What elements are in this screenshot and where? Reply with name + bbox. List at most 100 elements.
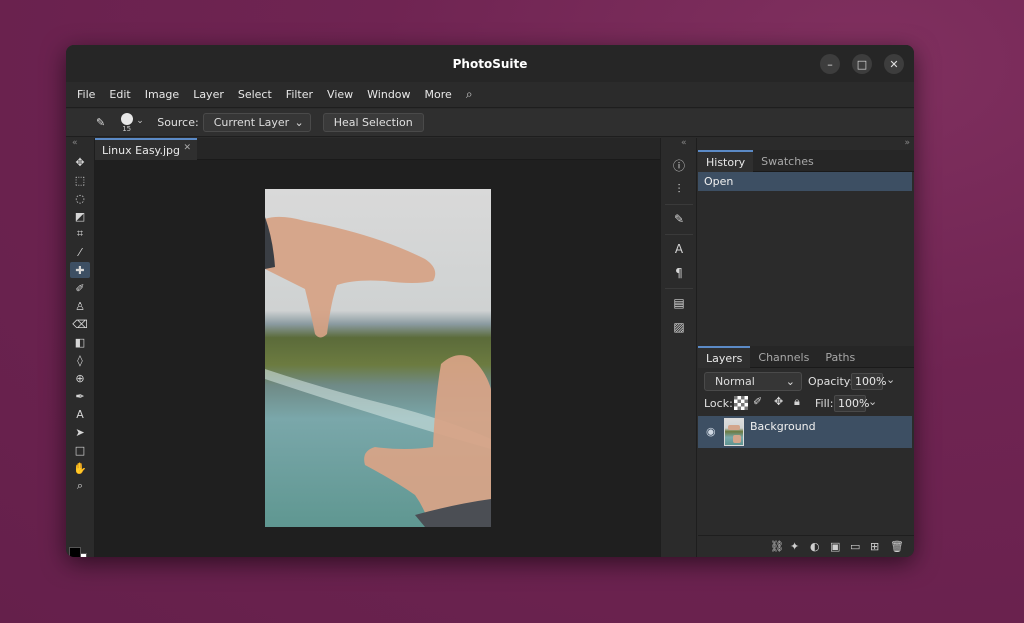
maximize-button[interactable]: □: [852, 54, 872, 74]
brush-preview-icon: [121, 112, 134, 125]
menu-window[interactable]: Window: [367, 88, 410, 101]
tool-options-bar: ✎ 15 ⌄ Source: Current Layer ⌄ Heal Sele…: [66, 109, 914, 137]
chevron-down-icon[interactable]: ⌄: [868, 395, 877, 408]
fill-input[interactable]: 100%: [834, 395, 869, 412]
collapse-left-icon[interactable]: «: [72, 138, 78, 148]
hand-tool-icon[interactable]: ✋: [70, 460, 90, 476]
info-icon[interactable]: ⓘ: [670, 156, 688, 174]
magic-wand-tool-icon[interactable]: ◩: [70, 208, 90, 224]
document-tab[interactable]: Linux Easy.jpg ✕: [95, 138, 197, 160]
dodge-tool-icon[interactable]: ⊕: [70, 370, 90, 386]
blend-mode-select[interactable]: Normal ⌄: [704, 372, 802, 391]
tab-channels[interactable]: Channels: [750, 346, 817, 368]
photo-content: [265, 216, 491, 527]
pen-tool-icon[interactable]: ✒: [70, 388, 90, 404]
tab-paths[interactable]: Paths: [817, 346, 863, 368]
marquee-tool-icon[interactable]: ⬚: [70, 172, 90, 188]
fill-label: Fill:: [815, 397, 834, 410]
brush-tool-icon[interactable]: ✐: [70, 280, 90, 296]
menu-file[interactable]: File: [77, 88, 95, 101]
layer-name: Background: [750, 420, 816, 433]
mask-icon[interactable]: ▣: [830, 540, 840, 553]
new-layer-icon[interactable]: ⊞: [870, 540, 879, 553]
foreground-color-swatch[interactable]: [69, 547, 81, 557]
link-icon[interactable]: ⛓: [770, 540, 784, 553]
menu-edit[interactable]: Edit: [109, 88, 130, 101]
chevron-down-icon[interactable]: ⌄: [886, 373, 895, 386]
close-icon[interactable]: ✕: [183, 143, 191, 153]
css-icon[interactable]: ▤: [670, 294, 688, 312]
menu-view[interactable]: View: [327, 88, 353, 101]
gradient-tool-icon[interactable]: ◧: [70, 334, 90, 350]
lock-label: Lock:: [704, 397, 733, 410]
title-bar: PhotoSuite – □ ✕: [66, 45, 914, 82]
history-tabs: History Swatches: [698, 150, 914, 172]
eraser-tool-icon[interactable]: ⌫: [70, 316, 90, 332]
opacity-input[interactable]: 100%: [851, 373, 886, 390]
tab-layers[interactable]: Layers: [698, 346, 751, 368]
path-selection-tool-icon[interactable]: ➤: [70, 424, 90, 440]
folder-icon[interactable]: ▭: [850, 540, 860, 553]
brush-settings-icon[interactable]: ✎: [670, 210, 688, 228]
zoom-tool-icon[interactable]: ⌕: [70, 478, 90, 494]
window-title: PhotoSuite: [452, 56, 528, 71]
collapse-right-icon[interactable]: »: [904, 138, 910, 148]
history-item[interactable]: Open: [698, 172, 912, 191]
type-tool-icon[interactable]: A: [70, 406, 90, 422]
menu-filter[interactable]: Filter: [286, 88, 313, 101]
tab-swatches[interactable]: Swatches: [753, 150, 822, 172]
move-tool-icon[interactable]: ✥: [70, 154, 90, 170]
collapse-icon[interactable]: «: [681, 138, 687, 148]
adjustment-layer-icon[interactable]: ◐: [810, 540, 820, 553]
shape-tool-icon[interactable]: □: [70, 442, 90, 458]
menu-image[interactable]: Image: [145, 88, 179, 101]
lock-paint-icon[interactable]: ✐: [753, 395, 762, 408]
chevron-down-icon: ⌄: [294, 116, 304, 129]
crop-tool-icon[interactable]: ⌗: [70, 226, 90, 242]
tab-history[interactable]: History: [698, 150, 754, 172]
image-icon[interactable]: ▨: [670, 318, 688, 336]
layer-thumbnail: [724, 418, 744, 446]
healing-tool-icon[interactable]: ✚: [70, 262, 90, 278]
source-select-value: Current Layer: [213, 116, 290, 129]
close-button[interactable]: ✕: [884, 54, 904, 74]
lock-transparency-icon[interactable]: [734, 396, 748, 410]
blur-tool-icon[interactable]: ◊: [70, 352, 90, 368]
document-area: Linux Easy.jpg ✕: [95, 138, 660, 557]
search-icon[interactable]: ⌕: [466, 87, 473, 102]
eyedropper-tool-icon[interactable]: ⁄: [70, 244, 90, 260]
heal-selection-button[interactable]: Heal Selection: [322, 113, 424, 132]
brush-size-picker[interactable]: 15 ⌄: [119, 112, 144, 134]
layer-item[interactable]: ◉ Background: [698, 416, 912, 448]
layers-footer: ⛓ ✦ ◐ ▣ ▭ ⊞ 🗑︎: [698, 535, 914, 557]
app-window: PhotoSuite – □ ✕ File Edit Image Layer S…: [66, 45, 914, 557]
panel-icon-strip: « ⓘ ⫶ ✎ A ¶ ▤ ▨: [660, 138, 697, 557]
chevron-down-icon: ⌄: [136, 115, 144, 126]
source-label: Source:: [157, 116, 199, 129]
visibility-eye-icon[interactable]: ◉: [706, 425, 716, 438]
chevron-down-icon: ⌄: [785, 375, 795, 388]
source-select[interactable]: Current Layer ⌄: [202, 113, 311, 132]
opacity-label: Opacity:: [808, 375, 854, 388]
adjustments-icon[interactable]: ⫶: [670, 180, 688, 198]
right-panels: » History Swatches Open Layers Channels …: [698, 138, 914, 557]
menu-layer[interactable]: Layer: [193, 88, 224, 101]
tools-panel: « ✥ ⬚ ◌ ◩ ⌗ ⁄ ✚ ✐ ♙ ⌫ ◧ ◊ ⊕ ✒ A ➤ □ ✋ ⌕ …: [66, 138, 95, 557]
menu-select[interactable]: Select: [238, 88, 272, 101]
brush-size-value: 15: [122, 124, 132, 133]
lock-position-icon[interactable]: ✥: [774, 395, 783, 408]
image-canvas[interactable]: [265, 189, 491, 527]
effects-icon[interactable]: ✦: [790, 540, 799, 553]
menu-bar: File Edit Image Layer Select Filter View…: [66, 82, 914, 108]
clone-stamp-tool-icon[interactable]: ♙: [70, 298, 90, 314]
minimize-button[interactable]: –: [820, 54, 840, 74]
document-tabs: Linux Easy.jpg ✕: [95, 138, 660, 160]
layers-tabs: Layers Channels Paths: [698, 346, 914, 368]
menu-more[interactable]: More: [425, 88, 452, 101]
lasso-tool-icon[interactable]: ◌: [70, 190, 90, 206]
trash-icon[interactable]: 🗑︎: [890, 540, 904, 553]
lock-all-icon[interactable]: 🔒︎: [794, 395, 800, 409]
paragraph-icon[interactable]: ¶: [670, 264, 688, 282]
healing-brush-icon: ✎: [96, 116, 106, 129]
character-icon[interactable]: A: [670, 240, 688, 258]
